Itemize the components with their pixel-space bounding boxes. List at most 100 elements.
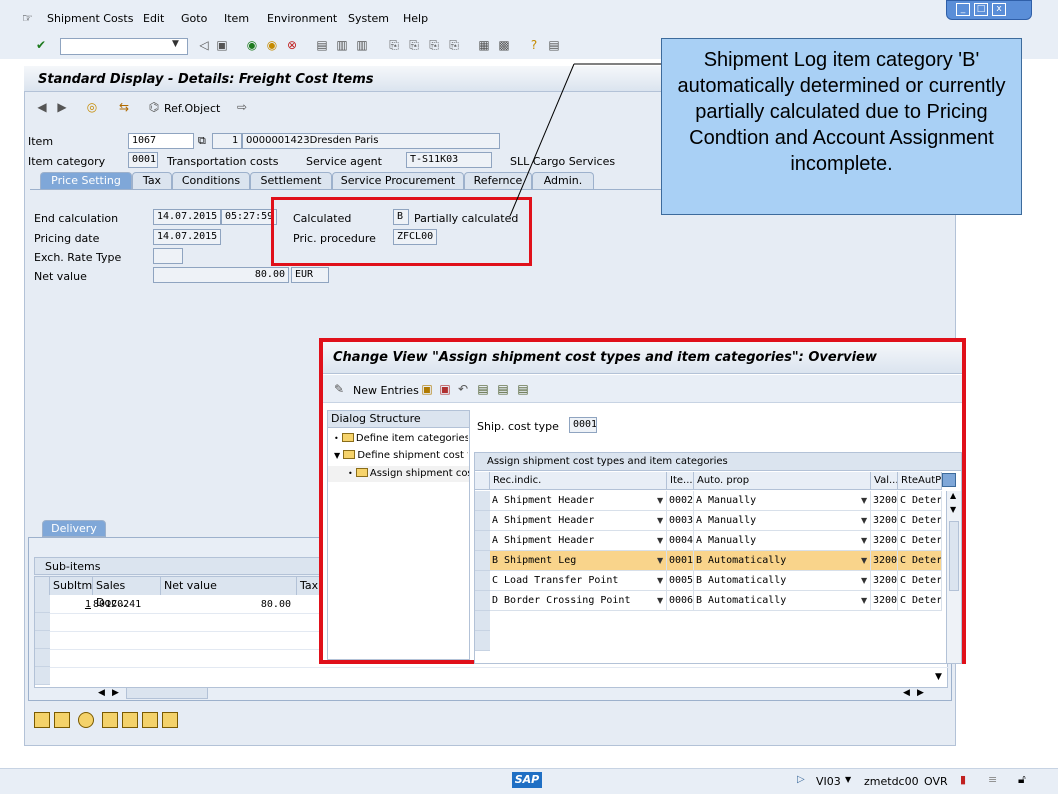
chevron-down-icon[interactable]: ▼: [861, 536, 867, 545]
find-next-icon[interactable]: ▥: [354, 37, 370, 53]
chevron-down-icon[interactable]: ▼: [861, 556, 867, 565]
print-icon[interactable]: ▤: [314, 37, 330, 53]
tree-item-define-item-categories[interactable]: • Define item categories: [334, 433, 468, 444]
row-selector[interactable]: [475, 491, 490, 511]
chevron-down-icon[interactable]: ▼: [861, 496, 867, 505]
undo-icon[interactable]: ↶: [455, 381, 471, 397]
tab-reference[interactable]: Refernce: [464, 172, 532, 189]
column-settings-icon[interactable]: [942, 473, 956, 487]
auto-prop-cell[interactable]: A Manually: [694, 491, 871, 511]
rte-cell[interactable]: C Deter: [898, 551, 942, 571]
row-selector[interactable]: [475, 591, 490, 611]
maximize-icon[interactable]: □: [974, 3, 988, 16]
auto-prop-cell[interactable]: B Automatically: [694, 551, 871, 571]
select-all-column[interactable]: [35, 577, 50, 595]
scroll-left-icon[interactable]: ◀: [98, 688, 105, 698]
row-selector[interactable]: [475, 551, 490, 571]
menu-edit[interactable]: Edit: [143, 12, 164, 25]
find-icon[interactable]: ▥: [334, 37, 350, 53]
row-selector[interactable]: [475, 611, 490, 631]
row-selector[interactable]: [35, 631, 50, 649]
chevron-down-icon[interactable]: ▼: [657, 576, 663, 585]
chevron-down-icon[interactable]: ▼: [657, 496, 663, 505]
tab-settlement[interactable]: Settlement: [250, 172, 332, 189]
chevron-down-icon[interactable]: ▼: [861, 576, 867, 585]
scroll-right-icon[interactable]: ▶: [112, 688, 119, 698]
item-cell[interactable]: 0002: [667, 491, 694, 511]
column-rec-indic[interactable]: Rec.indic.: [490, 472, 667, 490]
next-icon[interactable]: ▶: [54, 99, 70, 115]
row-selector[interactable]: [35, 667, 50, 685]
rec-indic-cell[interactable]: C Load Transfer Point: [490, 571, 667, 591]
ref-object-icon[interactable]: ⌬: [146, 99, 162, 115]
column-val[interactable]: Val...: [871, 472, 898, 490]
first-icon[interactable]: [102, 712, 118, 728]
tab-admin[interactable]: Admin.: [532, 172, 594, 189]
rec-indic-cell[interactable]: A Shipment Header: [490, 491, 667, 511]
scroll-right-icon[interactable]: ▶: [917, 688, 924, 698]
select-all-icon[interactable]: ▤: [475, 381, 491, 397]
horizontal-scrollbar[interactable]: [126, 687, 208, 699]
chevron-down-icon[interactable]: ▼: [172, 39, 179, 49]
row-selector[interactable]: [35, 613, 50, 631]
item-cell[interactable]: 0003: [667, 511, 694, 531]
select-block-icon[interactable]: ▤: [495, 381, 511, 397]
chevron-down-icon[interactable]: ▼: [657, 596, 663, 605]
tree-item-assign-shipment-cost[interactable]: • Assign shipment cost: [328, 466, 469, 482]
rte-cell[interactable]: C Deter: [898, 531, 942, 551]
item-cell[interactable]: 0005: [667, 571, 694, 591]
display-icon[interactable]: ◎: [84, 99, 100, 115]
delete-icon[interactable]: ▣: [437, 381, 453, 397]
chevron-down-icon[interactable]: ▼: [845, 775, 851, 784]
scroll-thumb[interactable]: [949, 521, 959, 591]
shortcut-icon[interactable]: ▩: [496, 37, 512, 53]
column-net-value[interactable]: Net value: [161, 577, 297, 595]
tab-tax[interactable]: Tax: [132, 172, 172, 189]
tab-price-setting[interactable]: Price Setting: [40, 172, 132, 189]
command-field[interactable]: [60, 38, 188, 55]
layout-icon[interactable]: ▤: [546, 37, 562, 53]
log-icon[interactable]: ≡: [988, 773, 997, 786]
menu-system[interactable]: System: [348, 12, 389, 25]
rte-cell[interactable]: C Deter: [898, 511, 942, 531]
next-page-icon[interactable]: [142, 712, 158, 728]
deselect-all-icon[interactable]: ▤: [515, 381, 531, 397]
help-icon[interactable]: ?: [526, 37, 542, 53]
copy-icon[interactable]: ⧉: [198, 134, 206, 148]
close-window-icon[interactable]: x: [992, 3, 1006, 16]
item-cell[interactable]: 0006: [667, 591, 694, 611]
auto-prop-cell[interactable]: B Automatically: [694, 571, 871, 591]
cancel-icon[interactable]: ⊗: [284, 37, 300, 53]
tree-item-define-shipment-cost-types[interactable]: ▼ Define shipment cost typ: [334, 450, 468, 461]
previous-page-icon[interactable]: [122, 712, 138, 728]
copy-icon[interactable]: ▣: [419, 381, 435, 397]
last-icon[interactable]: [162, 712, 178, 728]
previous-icon[interactable]: ◀: [34, 99, 50, 115]
details-icon[interactable]: [34, 712, 50, 728]
status-arrow-icon[interactable]: ▷: [797, 774, 805, 785]
auto-prop-cell[interactable]: A Manually: [694, 511, 871, 531]
new-entries-button[interactable]: New Entries: [353, 384, 419, 397]
next-page-icon[interactable]: ⎘: [426, 37, 442, 53]
filter-icon[interactable]: [78, 712, 94, 728]
subitm-cell[interactable]: 1: [50, 596, 91, 614]
chevron-down-icon[interactable]: ▼: [657, 536, 663, 545]
chevron-down-icon[interactable]: ▼: [861, 596, 867, 605]
menu-help[interactable]: Help: [403, 12, 428, 25]
val-cell[interactable]: 3200: [871, 491, 898, 511]
val-cell[interactable]: 3200: [871, 551, 898, 571]
save-icon[interactable]: ▣: [214, 37, 230, 53]
scroll-left-icon[interactable]: ◀: [903, 688, 910, 698]
column-auto-prop[interactable]: Auto. prop: [694, 472, 871, 490]
back-icon[interactable]: ◉: [244, 37, 260, 53]
rte-cell[interactable]: C Deter: [898, 571, 942, 591]
auto-prop-cell[interactable]: A Manually: [694, 531, 871, 551]
row-selector[interactable]: [475, 571, 490, 591]
column-item[interactable]: Ite...: [667, 472, 694, 490]
scroll-up-icon[interactable]: ▲: [950, 491, 956, 500]
rec-indic-cell[interactable]: B Shipment Leg: [490, 551, 667, 571]
vertical-scrollbar[interactable]: ▲ ▼: [946, 491, 961, 663]
tab-delivery[interactable]: Delivery: [42, 520, 106, 537]
prev-page-icon[interactable]: ⎘: [406, 37, 422, 53]
select-all-column[interactable]: [475, 472, 490, 490]
